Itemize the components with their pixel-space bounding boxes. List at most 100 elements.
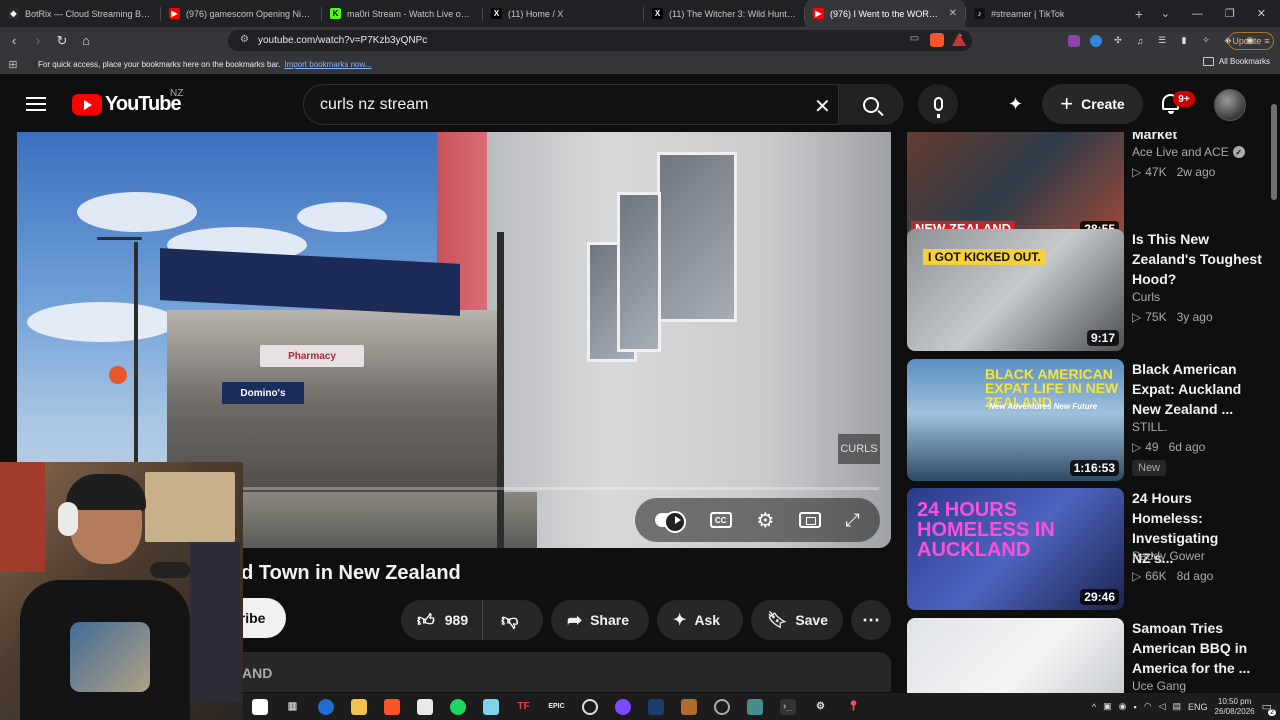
tray-app-icon[interactable]: ▪ — [1134, 702, 1137, 712]
address-bar[interactable]: ⚙ youtube.com/watch?v=P7Kzb3yQNPc ▭ ⊕ ⇪ — [228, 30, 972, 51]
tf-app-icon[interactable]: TF — [516, 699, 532, 715]
volume-icon[interactable]: ◁ — [1159, 701, 1166, 712]
clock[interactable]: 10:50 pm 26/08/2026 — [1215, 697, 1255, 717]
browser-tab[interactable]: Kma0ri Stream - Watch Live on Kick — [322, 0, 482, 27]
restore-button[interactable]: ❐ — [1225, 7, 1235, 20]
recommended-video[interactable]: BLACK AMERICAN EXPAT LIFE IN NEW ZEALAND… — [907, 359, 1267, 481]
browser-tab[interactable]: ♪ #streamer | TikTok — [966, 0, 1126, 27]
extension-icon[interactable] — [1068, 34, 1080, 47]
video-thumbnail[interactable]: I GOT KICKED OUT. 9:17 — [907, 229, 1124, 351]
hamburger-menu-icon[interactable] — [26, 97, 46, 111]
close-tab-icon[interactable]: ✕ — [949, 8, 957, 19]
maps-pin-icon[interactable]: 📍︎ — [846, 699, 862, 715]
channel-name[interactable]: Curls — [1132, 290, 1160, 304]
edge-icon[interactable] — [317, 698, 334, 715]
extension-icon[interactable] — [1090, 34, 1102, 47]
brave-icon[interactable] — [383, 698, 400, 715]
forward-button[interactable]: › — [28, 33, 48, 48]
minimize-button[interactable]: — — [1192, 8, 1203, 20]
brave-shields-icon[interactable] — [930, 33, 944, 47]
channel-watermark[interactable]: CURLS — [838, 434, 880, 464]
dislike-button[interactable]: 👎︎ — [483, 600, 534, 640]
browser-tab[interactable]: X (11) The Witcher 3: Wild Hunt Rema — [644, 0, 804, 27]
search-button[interactable] — [838, 84, 902, 125]
all-bookmarks-button[interactable]: All Bookmarks — [1202, 57, 1270, 66]
file-explorer-icon[interactable] — [350, 698, 367, 715]
miniplayer-icon[interactable] — [798, 512, 821, 528]
browser-tab[interactable]: ◆ BotRix — Cloud Streaming Bot for T — [0, 0, 160, 27]
subtitles-cc-icon[interactable]: CC — [709, 512, 732, 528]
import-bookmarks-link[interactable]: Import bookmarks now... — [284, 60, 371, 69]
spotify-icon[interactable] — [449, 698, 466, 715]
recommended-video-title[interactable]: Is This New Zealand's Toughest Hood? — [1132, 229, 1262, 289]
language-indicator[interactable]: ENG — [1188, 702, 1208, 712]
leo-ai-icon[interactable]: ✧ — [1200, 35, 1212, 47]
back-button[interactable]: ‹ — [4, 33, 24, 48]
settings-icon[interactable]: ⚙ — [813, 699, 829, 715]
video-thumbnail[interactable]: NEW ZEALAND28:55 — [907, 132, 1124, 242]
channel-name[interactable]: Uce Gang — [1132, 679, 1186, 693]
notepad-icon[interactable] — [482, 698, 499, 715]
channel-name[interactable]: Ace Live and ACE ✓ — [1132, 145, 1245, 159]
update-button[interactable]: Update ≡ — [1228, 32, 1274, 50]
app-icon[interactable] — [746, 698, 763, 715]
more-actions-button[interactable]: ⋯ — [851, 600, 891, 640]
ask-button[interactable]: ✦ Ask — [657, 600, 743, 640]
tray-overflow-icon[interactable]: ^ — [1092, 702, 1096, 712]
channel-name[interactable]: STILL. — [1132, 420, 1167, 434]
xbox-icon[interactable] — [581, 698, 598, 715]
recommended-video-title[interactable]: Black American Expat: Auckland New Zealand… — [1132, 359, 1262, 419]
store-icon[interactable] — [416, 698, 433, 715]
settings-gear-icon[interactable]: ⚙ — [756, 508, 774, 533]
account-avatar[interactable] — [1214, 89, 1246, 121]
home-button[interactable]: ⌂ — [76, 33, 96, 48]
recommended-video[interactable]: I GOT KICKED OUT. 9:17 Is This New Zealand'… — [907, 229, 1267, 351]
recommended-video[interactable]: 24 HOURS HOMELESS IN AUCKLAND 29:46 24 Hou… — [907, 488, 1267, 610]
autoplay-toggle[interactable] — [655, 511, 687, 533]
notification-center-icon[interactable]: ▭ 2 — [1262, 700, 1276, 716]
youtube-logo[interactable]: YouTube — [72, 93, 182, 116]
fullscreen-icon[interactable]: ⤢ — [845, 510, 859, 531]
share-button[interactable]: ➦ Share — [551, 600, 649, 640]
browser-tab[interactable]: X (11) Home / X — [483, 0, 643, 27]
ai-generate-icon[interactable]: ✦ — [1008, 94, 1023, 115]
video-thumbnail[interactable] — [907, 618, 1124, 694]
recommended-video[interactable]: Samoan Tries American BBQ in America for t… — [907, 618, 1267, 694]
video-thumbnail[interactable]: 24 HOURS HOMELESS IN AUCKLAND 29:46 — [907, 488, 1124, 610]
game-icon[interactable] — [680, 698, 697, 715]
browser-tab[interactable]: ▶ (976) I Went to the WORST R ✕ — [805, 0, 965, 27]
voice-search-button[interactable] — [918, 84, 958, 124]
terminal-icon[interactable]: ›_ — [779, 698, 796, 715]
recommended-video[interactable]: NEW ZEALAND28:55 Market Ace Live and ACE✓ ▷… — [907, 132, 1267, 242]
search-input[interactable] — [304, 85, 804, 124]
start-icon[interactable] — [251, 698, 268, 715]
create-button[interactable]: + Create — [1042, 84, 1143, 124]
apps-grid-icon[interactable]: ⊞ — [0, 58, 26, 71]
recommended-video-title[interactable]: Samoan Tries American BBQ in America for t… — [1132, 618, 1262, 678]
sidebar-toggle-icon[interactable]: ▮ — [1178, 35, 1190, 47]
obs-icon[interactable] — [614, 698, 631, 715]
app-icon[interactable] — [713, 698, 730, 715]
extensions-puzzle-icon[interactable]: ✣ — [1112, 35, 1124, 47]
reload-button[interactable]: ↻ — [52, 33, 72, 49]
recommended-video-title[interactable]: Market — [1132, 132, 1262, 144]
video-thumbnail[interactable]: BLACK AMERICAN EXPAT LIFE IN NEW ZEALAND… — [907, 359, 1124, 481]
epic-games-icon[interactable]: EPIC — [548, 699, 564, 715]
brave-rewards-icon[interactable] — [952, 33, 966, 46]
clear-search-icon[interactable]: ✕ — [814, 94, 831, 119]
site-info-icon[interactable]: ⚙ — [240, 34, 249, 45]
new-tab-button[interactable]: + — [1126, 6, 1152, 22]
media-controls-icon[interactable]: ♫ — [1134, 35, 1146, 47]
save-button[interactable]: 🔖︎ Save — [751, 600, 843, 640]
page-scrollbar[interactable] — [1271, 104, 1277, 200]
channel-name[interactable]: Paddy Gower — [1132, 549, 1205, 563]
tray-app-icon[interactable]: ▣ — [1103, 701, 1112, 712]
task-view-icon[interactable]: ▥ — [285, 699, 301, 715]
description-box[interactable] — [220, 652, 891, 692]
browser-tab[interactable]: ▶ (976) gamescom Opening Night Live — [161, 0, 321, 27]
cast-icon[interactable]: ▭ — [910, 33, 919, 44]
steam-icon[interactable] — [647, 698, 664, 715]
like-button[interactable]: 👍︎ 989 — [401, 600, 484, 640]
reading-list-icon[interactable]: ☰ — [1156, 35, 1168, 47]
wifi-icon[interactable]: ◠ — [1144, 701, 1152, 712]
